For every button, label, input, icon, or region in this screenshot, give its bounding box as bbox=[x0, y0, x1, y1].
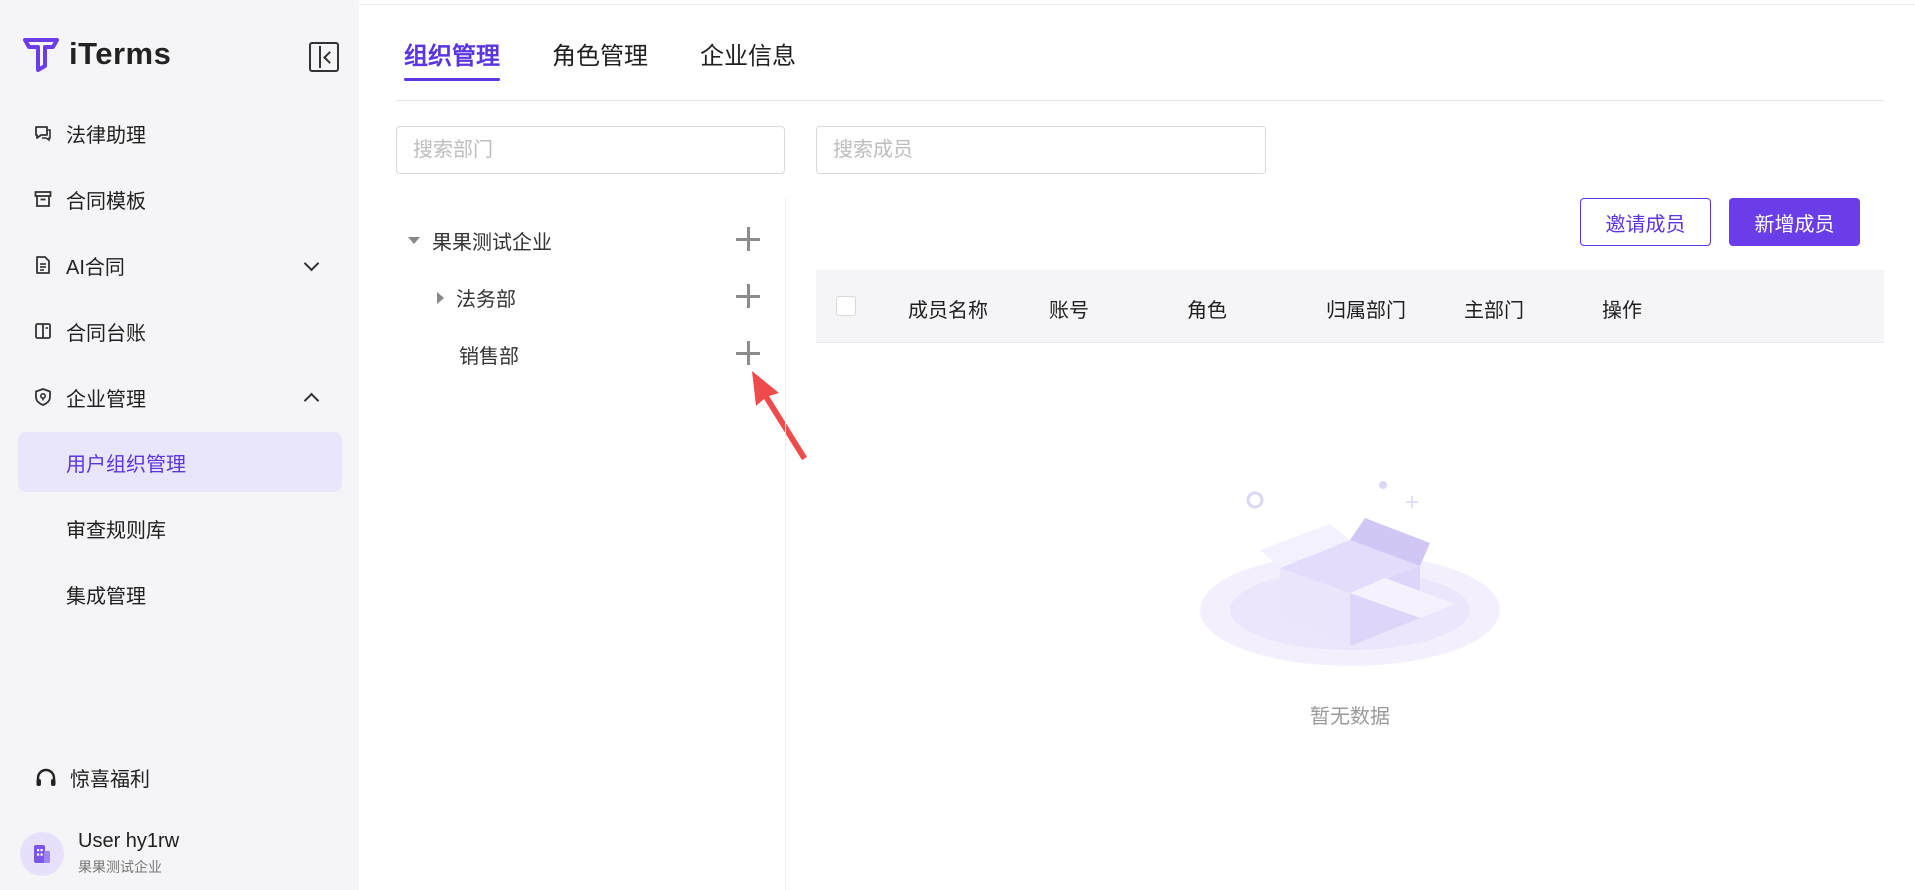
sidebar-item-ai-contract[interactable]: AI合同 bbox=[18, 235, 342, 295]
member-table-header: 成员名称 账号 角色 归属部门 主部门 操作 bbox=[816, 270, 1884, 343]
iterms-logo-icon bbox=[23, 38, 59, 72]
empty-state-text: 暂无数据 bbox=[1310, 706, 1390, 728]
sidebar-subitem-user-org-management[interactable]: 用户组织管理 bbox=[18, 432, 342, 492]
tab-role-management[interactable]: 角色管理 bbox=[552, 36, 648, 81]
sidebar-item-label: 法律助理 bbox=[66, 124, 146, 147]
add-subdepartment-icon[interactable] bbox=[736, 341, 760, 365]
sidebar-item-contract-templates[interactable]: 合同模板 bbox=[18, 169, 342, 229]
sidebar-item-label: 企业管理 bbox=[66, 388, 146, 411]
annotation-arrow bbox=[752, 371, 807, 460]
building-icon bbox=[34, 844, 50, 863]
ledger-book-icon bbox=[32, 320, 54, 342]
tab-org-management[interactable]: 组织管理 bbox=[404, 36, 500, 81]
tab-bar: 组织管理 角色管理 企业信息 bbox=[404, 36, 796, 81]
panel-divider bbox=[785, 198, 786, 890]
member-search-input[interactable] bbox=[816, 126, 1266, 174]
benefit-label: 惊喜福利 bbox=[70, 769, 150, 791]
tree-node-root[interactable]: 果果测试企业 bbox=[408, 226, 552, 255]
add-subdepartment-icon[interactable] bbox=[736, 284, 760, 308]
tree-node-label: 销售部 bbox=[459, 346, 519, 368]
tree-node-label: 果果测试企业 bbox=[432, 232, 552, 254]
sidebar-item-label: AI合同 bbox=[66, 256, 125, 279]
avatar bbox=[20, 831, 64, 876]
top-divider bbox=[359, 4, 1915, 5]
select-all-checkbox[interactable] bbox=[836, 296, 856, 316]
tree-node-label: 法务部 bbox=[456, 289, 516, 311]
user-name: User hy1rw bbox=[78, 830, 180, 852]
empty-box-illustration bbox=[1200, 481, 1500, 666]
archive-box-icon bbox=[32, 188, 54, 210]
collapse-sidebar-icon[interactable] bbox=[309, 42, 339, 72]
sidebar-item-label: 合同模板 bbox=[66, 190, 146, 213]
chat-bubble-icon bbox=[32, 122, 54, 144]
chevron-up-icon bbox=[304, 390, 318, 404]
tabs-divider bbox=[396, 100, 1884, 101]
column-header[interactable]: 账号 bbox=[1049, 294, 1089, 323]
sidebar-item-contract-ledger[interactable]: 合同台账 bbox=[18, 301, 342, 361]
column-header[interactable]: 操作 bbox=[1602, 294, 1642, 323]
sidebar-item-legal-assistant[interactable]: 法律助理 bbox=[18, 103, 342, 163]
column-header[interactable]: 主部门 bbox=[1464, 294, 1524, 323]
tab-enterprise-info[interactable]: 企业信息 bbox=[700, 36, 796, 81]
tree-node-sales[interactable]: 销售部 bbox=[459, 340, 519, 369]
sidebar-subitem-integration[interactable]: 集成管理 bbox=[18, 564, 342, 624]
headset-icon bbox=[36, 768, 56, 786]
column-header[interactable]: 成员名称 bbox=[908, 294, 988, 323]
app-logo[interactable]: iTerms bbox=[23, 36, 171, 72]
sidebar-item-label: 合同台账 bbox=[66, 322, 146, 345]
sidebar-subitem-review-rules[interactable]: 审查规则库 bbox=[18, 498, 342, 558]
shield-icon bbox=[32, 386, 54, 408]
sidebar: iTerms 法律助理 合同模板 AI合同 合同台账 企业管理 用户组织管理 审… bbox=[0, 0, 359, 890]
tree-node-legal[interactable]: 法务部 bbox=[437, 283, 516, 312]
caret-down-icon[interactable] bbox=[408, 237, 420, 244]
surprise-benefits-link[interactable]: 惊喜福利 bbox=[34, 763, 150, 792]
document-icon bbox=[32, 254, 54, 276]
department-search-input[interactable] bbox=[396, 126, 785, 174]
brand-name: iTerms bbox=[69, 36, 172, 71]
chevron-down-icon bbox=[304, 258, 318, 272]
add-subdepartment-icon[interactable] bbox=[736, 227, 760, 251]
caret-right-icon[interactable] bbox=[437, 291, 444, 304]
user-org: 果果测试企业 bbox=[78, 859, 162, 875]
sidebar-item-enterprise-management[interactable]: 企业管理 bbox=[18, 367, 342, 427]
add-member-button[interactable]: 新增成员 bbox=[1729, 198, 1860, 246]
column-header[interactable]: 归属部门 bbox=[1326, 294, 1406, 323]
column-header[interactable]: 角色 bbox=[1187, 294, 1227, 323]
invite-member-button[interactable]: 邀请成员 bbox=[1580, 198, 1711, 246]
user-profile[interactable]: User hy1rw 果果测试企业 bbox=[20, 830, 179, 877]
